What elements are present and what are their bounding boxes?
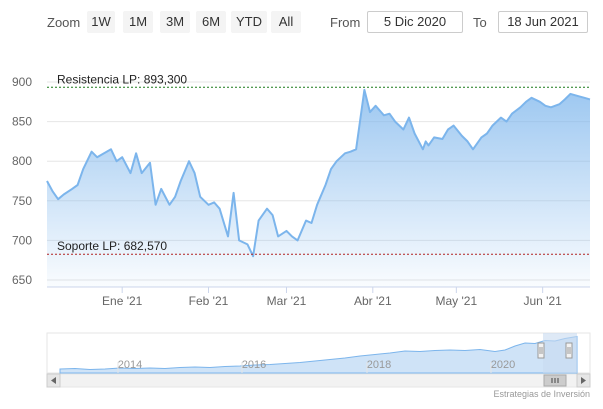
- x-tick-label: Abr '21: [354, 294, 392, 308]
- y-tick-label: 700: [12, 233, 32, 247]
- navigator-left-handle[interactable]: [537, 342, 545, 359]
- x-tick-label: Mar '21: [267, 294, 307, 308]
- navigator-year-label: 2016: [242, 359, 266, 371]
- scrollbar[interactable]: [46, 373, 591, 388]
- price-series: [46, 88, 591, 288]
- navigator-right-handle[interactable]: [565, 342, 573, 359]
- price-chart: 650 700 750 800 850 900 Ene '21 Feb '21 Mar '21…: [12, 72, 591, 399]
- support-label: Soporte LP: 682,570: [57, 239, 167, 253]
- navigator-year-label: 2018: [367, 359, 391, 371]
- y-tick-label: 850: [12, 115, 32, 129]
- x-tick-label: Feb '21: [189, 294, 229, 308]
- x-tick-label: May '21: [436, 294, 478, 308]
- y-tick-label: 750: [12, 194, 32, 208]
- y-axis: 650 700 750 800 850 900: [12, 75, 32, 287]
- y-tick-label: 800: [12, 154, 32, 168]
- navigator-year-label: 2014: [118, 359, 142, 371]
- x-tick-label: Jun '21: [523, 294, 562, 308]
- y-tick-label: 900: [12, 75, 32, 89]
- x-axis: Ene '21 Feb '21 Mar '21 Abr '21 May '21 Jun '…: [47, 286, 590, 308]
- scrollbar-track[interactable]: [46, 373, 591, 388]
- credit-label: Estrategias de Inversión: [493, 389, 590, 399]
- resistance-label: Resistencia LP: 893,300: [57, 72, 187, 86]
- x-tick-label: Ene '21: [102, 294, 143, 308]
- y-tick-label: 650: [12, 273, 32, 287]
- navigator-year-label: 2020: [491, 359, 515, 371]
- navigator: 2014 2016 2018 2020: [46, 332, 591, 374]
